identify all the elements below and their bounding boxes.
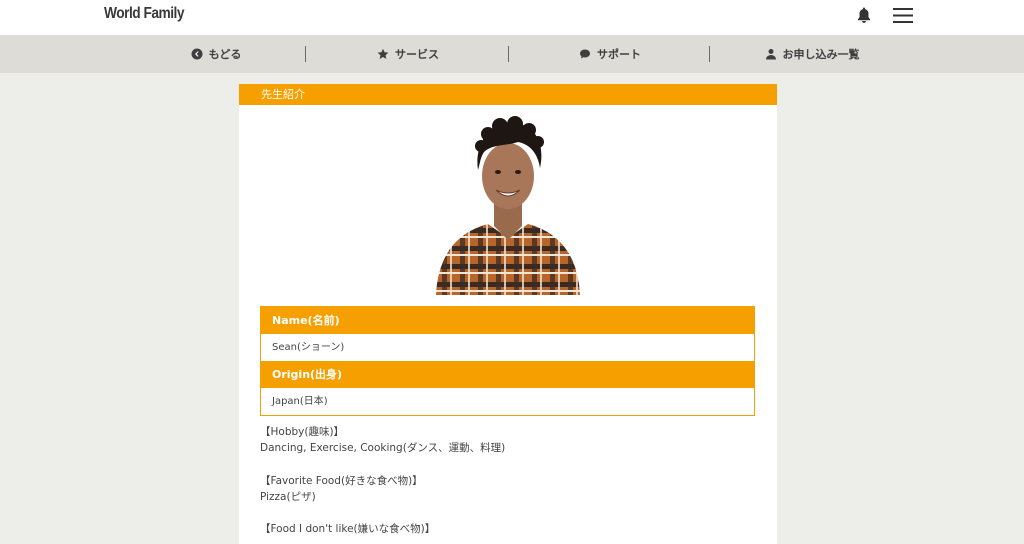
teacher-info-table: Name(名前) Sean(ショーン) Origin(出身) Japan(日本) — [260, 306, 755, 416]
teacher-portrait — [436, 116, 580, 295]
name-value: Sean(ショーン) — [261, 334, 754, 361]
nav-applications[interactable]: お申し込み一覧 — [710, 35, 914, 73]
star-icon — [377, 48, 389, 59]
nav-services-label: サービス — [395, 48, 439, 61]
teacher-profile-card: 先生紹介 Name(名前) Sean(ショーン) Origin(出身) Japa… — [239, 84, 777, 544]
back-circle-icon — [191, 48, 203, 60]
hobby-heading: 【Hobby(趣味)】 — [260, 426, 345, 438]
disliked-food-heading: 【Food I don't like(嫌いな食べ物)】 — [260, 523, 436, 535]
favorite-food-section: 【Favorite Food(好きな食べ物)】 Pizza(ピザ) — [260, 473, 423, 505]
nav-bar: もどる サービス サポート お申し込み一覧 — [0, 35, 1024, 73]
origin-value: Japan(日本) — [261, 388, 754, 415]
nav-back[interactable]: もどる — [114, 35, 318, 73]
disliked-food-section: 【Food I don't like(嫌いな食べ物)】 — [260, 521, 435, 537]
name-label: Name(名前) — [261, 307, 754, 334]
bell-icon[interactable] — [855, 6, 873, 24]
hobby-value: Dancing, Exercise, Cooking(ダンス、運動、料理) — [260, 442, 506, 454]
favorite-food-heading: 【Favorite Food(好きな食べ物)】 — [260, 475, 423, 487]
nav-support[interactable]: サポート — [508, 35, 712, 73]
hamburger-menu-icon[interactable] — [893, 7, 913, 24]
person-icon — [765, 49, 776, 60]
card-title: 先生紹介 — [239, 84, 777, 105]
nav-back-label: もどる — [208, 48, 242, 61]
nav-services[interactable]: サービス — [306, 35, 510, 73]
world-family-logo[interactable]: World Family — [104, 5, 184, 23]
nav-applications-label: お申し込み一覧 — [782, 48, 860, 61]
hobby-section: 【Hobby(趣味)】 Dancing, Exercise, Cooking(ダ… — [260, 424, 505, 456]
nav-support-label: サポート — [597, 48, 641, 61]
chat-bubble-icon — [580, 49, 590, 59]
origin-label: Origin(出身) — [261, 361, 754, 388]
favorite-food-value: Pizza(ピザ) — [260, 491, 316, 503]
top-header: World Family — [0, 0, 1024, 35]
